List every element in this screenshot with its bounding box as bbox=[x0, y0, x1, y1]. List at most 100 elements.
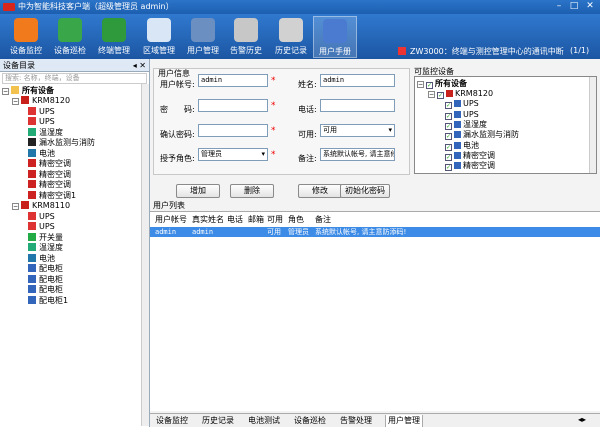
init-password-button[interactable]: 初始化密码 bbox=[340, 184, 390, 198]
alarm-pager[interactable]: (1/1) bbox=[570, 46, 589, 55]
toolbar-button[interactable]: 告警历史 bbox=[224, 16, 268, 58]
tab-scroll-icon[interactable]: ◂▸ bbox=[578, 415, 586, 424]
phone-field[interactable] bbox=[320, 99, 395, 112]
column-header[interactable]: 邮箱 bbox=[248, 214, 264, 225]
tree-node[interactable]: 配电柜1 bbox=[28, 295, 68, 306]
tree-scrollbar[interactable] bbox=[141, 84, 149, 426]
add-button[interactable]: 增加 bbox=[176, 184, 220, 198]
tree-node[interactable]: 精密空调1 bbox=[28, 190, 76, 201]
toolbar-button[interactable]: 设备监控 bbox=[4, 16, 48, 58]
alarm-message[interactable]: ZW3000：终端与测控管理中心的通讯中断 bbox=[398, 46, 564, 57]
minimize-icon[interactable]: – bbox=[552, 1, 566, 12]
tree-node[interactable]: 漏水监测与消防 bbox=[28, 138, 95, 148]
tree-node[interactable]: − KRM8120 bbox=[12, 96, 70, 106]
remark-field[interactable]: 系统默认帐号, 请主意修 bbox=[320, 148, 395, 161]
tree-node[interactable]: 开关量 bbox=[28, 232, 63, 243]
bottom-tab[interactable]: 设备监控 bbox=[154, 415, 190, 427]
column-header[interactable]: 角色 bbox=[288, 214, 304, 225]
maximize-icon[interactable]: □ bbox=[567, 1, 581, 12]
device-icon bbox=[454, 100, 461, 108]
bottom-tab[interactable]: 电池测试 bbox=[246, 415, 282, 427]
monitor-node[interactable]: ✓ UPS bbox=[445, 110, 479, 120]
monitor-node[interactable]: ✓ UPS bbox=[445, 99, 479, 110]
column-header[interactable]: 电话 bbox=[227, 214, 243, 225]
table-cell: admin bbox=[155, 228, 177, 236]
tree-node[interactable]: UPS bbox=[28, 211, 55, 222]
monitor-node[interactable]: ✓ 温湿度 bbox=[445, 120, 487, 130]
checkbox[interactable]: ✓ bbox=[445, 112, 452, 120]
tree-node[interactable]: 精密空调 bbox=[28, 180, 71, 190]
tree-node[interactable]: 温湿度 bbox=[28, 243, 63, 253]
battery-icon bbox=[28, 253, 36, 262]
checkbox[interactable]: ✓ bbox=[445, 133, 452, 141]
tree-node[interactable]: − KRM8110 bbox=[12, 201, 70, 211]
monitor-scrollbar[interactable] bbox=[589, 77, 596, 173]
column-header[interactable]: 用户帐号 bbox=[155, 214, 187, 225]
column-header[interactable]: 可用 bbox=[267, 214, 283, 225]
column-header[interactable]: 备注 bbox=[315, 214, 331, 225]
tree-node[interactable]: 精密空调 bbox=[28, 159, 71, 169]
checkbox[interactable]: ✓ bbox=[445, 102, 452, 110]
account-field[interactable]: admin bbox=[198, 74, 268, 87]
toolbar-button[interactable]: 区域管理 bbox=[137, 16, 181, 58]
device-search-input[interactable]: 搜索: 名称，终端，设备 bbox=[2, 73, 147, 84]
tree-node[interactable]: UPS bbox=[28, 106, 55, 117]
checkbox[interactable]: ✓ bbox=[426, 82, 433, 89]
collapse-icon[interactable]: − bbox=[12, 203, 19, 210]
monitor-node[interactable]: ✓ 精密空调 bbox=[445, 151, 495, 161]
toolbar-button[interactable]: 用户手册 bbox=[313, 16, 357, 58]
tree-node[interactable]: 精密空调 bbox=[28, 169, 71, 180]
tree-node-label: 配电柜 bbox=[39, 264, 63, 273]
collapse-icon[interactable]: − bbox=[417, 81, 424, 88]
remark-label: 备注: bbox=[298, 154, 317, 163]
password-field[interactable] bbox=[198, 99, 268, 112]
tree-node[interactable]: 配电柜 bbox=[28, 285, 63, 295]
toolbar-button[interactable]: 终端管理 bbox=[92, 16, 136, 58]
toolbar-button[interactable]: 设备巡检 bbox=[48, 16, 92, 58]
tree-node[interactable]: 温湿度 bbox=[28, 127, 63, 138]
pin-icon[interactable]: ◂ ✕ bbox=[133, 59, 146, 72]
monitor-node[interactable]: ✓ 漏水监测与消防 bbox=[445, 130, 519, 141]
bottom-tab[interactable]: 用户管理 bbox=[385, 415, 423, 427]
tree-root[interactable]: − 所有设备 bbox=[2, 86, 54, 96]
monitor-node-label: 温湿度 bbox=[463, 119, 487, 129]
tree-node[interactable]: 电池 bbox=[28, 253, 55, 264]
tree-node[interactable]: UPS bbox=[28, 117, 55, 127]
monitor-node[interactable]: − ✓ KRM8120 bbox=[428, 89, 493, 99]
device-icon bbox=[454, 162, 461, 170]
bottom-tab[interactable]: 设备巡检 bbox=[292, 415, 328, 427]
monitor-node[interactable]: ✓ 精密空调 bbox=[445, 161, 495, 172]
name-field[interactable]: admin bbox=[320, 74, 395, 87]
toolbar-button[interactable]: 历史记录 bbox=[269, 16, 313, 58]
ups-icon bbox=[28, 222, 36, 230]
collapse-icon[interactable]: − bbox=[428, 91, 435, 98]
tree-node[interactable]: UPS bbox=[28, 222, 55, 232]
monitor-root[interactable]: − ✓ 所有设备 bbox=[417, 79, 467, 89]
role-select[interactable]: 管理员 bbox=[198, 148, 268, 161]
edit-button[interactable]: 修改 bbox=[298, 184, 342, 198]
checkbox[interactable]: ✓ bbox=[445, 122, 452, 130]
tree-node-label: UPS bbox=[39, 106, 55, 116]
toolbar-button[interactable]: 用户管理 bbox=[181, 16, 225, 58]
tree-node[interactable]: 配电柜 bbox=[28, 274, 63, 285]
tree-node[interactable]: 电池 bbox=[28, 148, 55, 159]
monitor-node[interactable]: ✓ 电池 bbox=[445, 141, 479, 151]
monitor-device-tree: − ✓ 所有设备 − ✓ KRM8120 ✓ UPS ✓ UPS ✓ 温湿度 ✓ 漏水监测与消防 ✓ 电池 ✓… bbox=[414, 76, 597, 174]
column-header[interactable]: 真实姓名 bbox=[192, 214, 224, 225]
table-row[interactable]: admin admin 可用 管理员 系统默认帐号, 请主意防添码! bbox=[150, 227, 600, 237]
checkbox[interactable]: ✓ bbox=[445, 164, 452, 172]
collapse-icon[interactable]: − bbox=[12, 98, 19, 105]
bottom-tab[interactable]: 历史记录 bbox=[200, 415, 236, 427]
close-icon[interactable]: ✕ bbox=[583, 1, 597, 12]
checkbox[interactable]: ✓ bbox=[445, 143, 452, 151]
delete-button[interactable]: 删除 bbox=[230, 184, 274, 198]
checkbox[interactable]: ✓ bbox=[437, 92, 444, 99]
toolbar-button-label: 用户管理 bbox=[187, 46, 219, 55]
checkbox[interactable]: ✓ bbox=[445, 153, 452, 161]
bottom-tab[interactable]: 告警处理 bbox=[338, 415, 374, 427]
alarm-text: ZW3000：终端与测控管理中心的通讯中断 bbox=[410, 47, 564, 56]
enabled-select[interactable]: 可用 bbox=[320, 124, 395, 137]
confirm-password-field[interactable] bbox=[198, 124, 268, 137]
collapse-icon[interactable]: − bbox=[2, 88, 9, 95]
tree-node[interactable]: 配电柜 bbox=[28, 264, 63, 274]
